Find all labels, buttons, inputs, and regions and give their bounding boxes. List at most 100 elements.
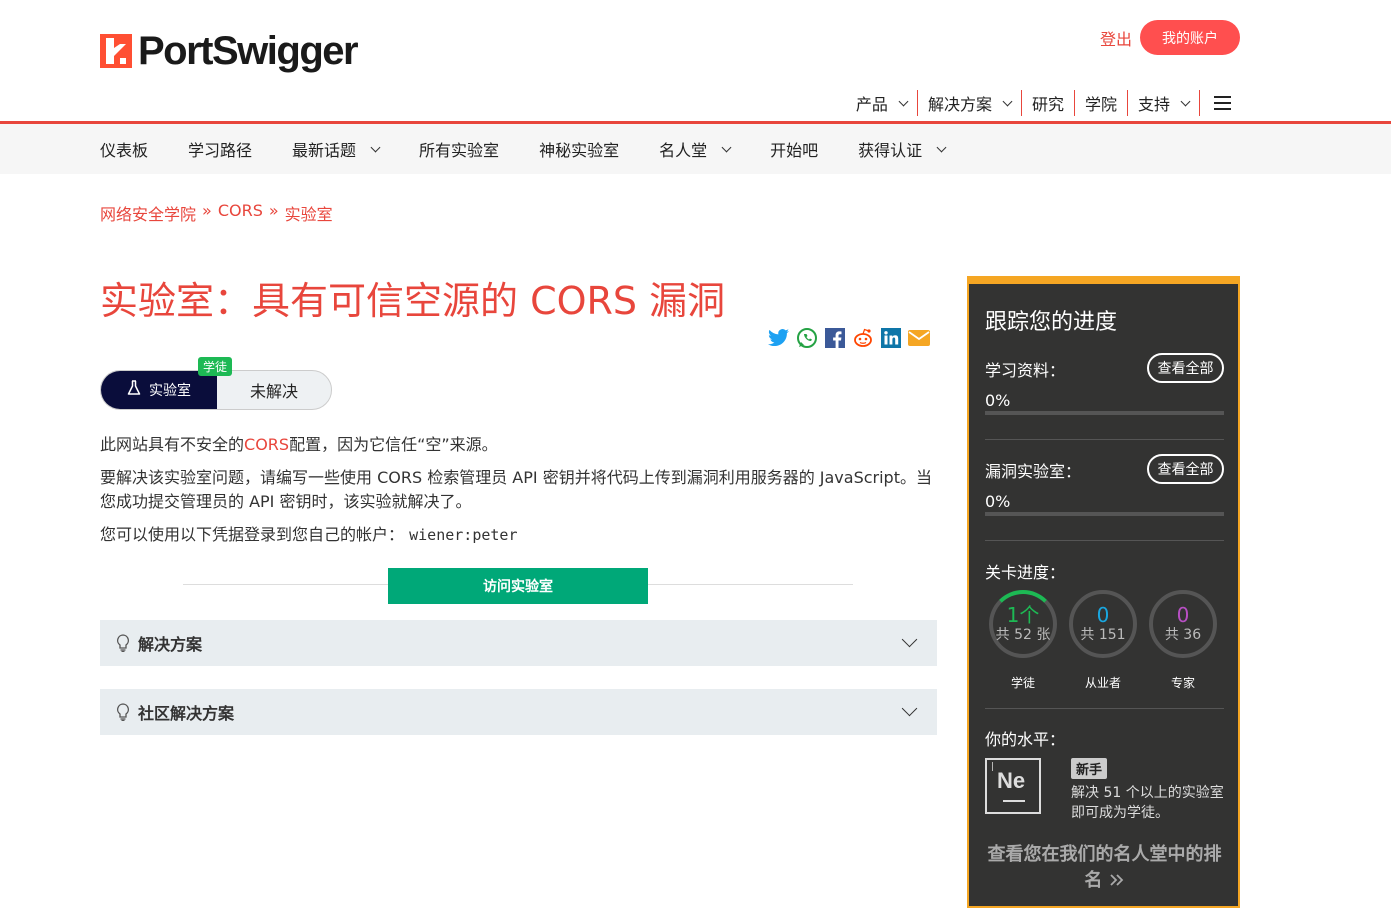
ring-circle: 1个 共 52 张	[989, 590, 1057, 658]
chevron-down-icon	[1180, 96, 1191, 106]
subnav-label: 学习路径	[188, 141, 253, 160]
top-navigation: 产品 解决方案 研究 学院 支持	[846, 90, 1241, 116]
chevron-down-icon	[936, 142, 947, 152]
flask-icon	[127, 380, 141, 400]
labs-percent: 0%	[985, 492, 1011, 511]
learning-materials-label: 学习资料：	[985, 361, 1066, 380]
view-all-labs-button[interactable]: 查看全部	[1147, 454, 1224, 484]
labs-label: 漏洞实验室：	[985, 462, 1082, 481]
topnav-label: 解决方案	[927, 95, 992, 114]
credentials-label: 您可以使用以下凭据登录到您自己的帐户：	[100, 525, 405, 544]
linkedin-icon[interactable]	[880, 327, 902, 349]
ring-circle: 0 共 36	[1149, 590, 1217, 658]
level-description: 解决 51 个以上的实验室即可成为学徒。	[1071, 785, 1224, 821]
chevron-down-icon	[901, 700, 918, 717]
subnav-learning-path[interactable]: 学习路径	[188, 137, 252, 161]
topnav-label: 研究	[1031, 95, 1064, 114]
ring-value: 0	[1096, 603, 1110, 627]
portswigger-logo[interactable]: PortSwigger	[100, 29, 359, 73]
lab-status-widget: 实验室 未解决 学徒	[100, 357, 332, 410]
lab-credentials: 您可以使用以下凭据登录到您自己的帐户： wiener:peter	[100, 523, 935, 547]
breadcrumb-academy[interactable]: 网络安全学院	[100, 201, 196, 225]
lightbulb-icon	[116, 703, 130, 721]
twitter-icon[interactable]	[768, 327, 790, 349]
topnav-label: 产品	[855, 95, 888, 114]
subnav-dashboard[interactable]: 仪表板	[100, 137, 148, 161]
double-chevron-right-icon	[1109, 870, 1125, 891]
desc-text: 配置，因为它信任“空”来源。	[289, 435, 498, 454]
topnav-label: 学院	[1084, 95, 1117, 114]
ring-circle: 0 共 151	[1069, 590, 1137, 658]
difficulty-badge: 学徒	[198, 357, 233, 376]
ring-total: 共 151	[1080, 627, 1126, 643]
community-solutions-accordion[interactable]: 社区解决方案	[100, 689, 937, 735]
subnav-mystery-labs[interactable]: 神秘实验室	[539, 137, 619, 161]
topnav-support[interactable]: 支持	[1128, 90, 1200, 116]
expert-ring: 0 共 36 专家	[1149, 590, 1217, 691]
subnav-label: 所有实验室	[419, 141, 500, 160]
subnav-label: 名人堂	[659, 141, 708, 160]
learning-percent: 0%	[985, 391, 1011, 410]
ring-total: 共 36	[1164, 627, 1202, 643]
logo-wordmark: PortSwigger	[138, 29, 359, 73]
accordion-label: 解决方案	[138, 635, 203, 654]
subnav-label: 开始吧	[770, 141, 819, 160]
solution-accordion[interactable]: 解决方案	[100, 620, 937, 666]
your-level-label: 你的水平：	[985, 730, 1066, 749]
sidebar-divider	[985, 439, 1224, 440]
subnav-label: 仪表板	[100, 141, 149, 160]
ring-name: 专家	[1170, 676, 1195, 690]
chevron-down-icon	[898, 96, 909, 106]
access-lab-button[interactable]: 访问实验室	[388, 568, 648, 604]
view-all-learning-button[interactable]: 查看全部	[1147, 353, 1224, 383]
site-header: PortSwigger 登出 我的账户 产品 解决方案 研究 学院 支持	[0, 0, 1391, 124]
level-badge: 新手	[1071, 758, 1108, 779]
chevron-down-icon	[721, 142, 732, 152]
logout-link[interactable]: 登出	[1100, 26, 1132, 50]
subnav-certification[interactable]: 获得认证	[858, 137, 947, 161]
academy-subnav: 仪表板 学习路径 最新话题 所有实验室 神秘实验室 名人堂 开始吧 获得认证	[0, 124, 1391, 174]
hall-of-fame-link[interactable]: 查看您在我们的名人堂中的排名	[985, 842, 1224, 894]
element-line	[1003, 800, 1025, 802]
topnav-academy[interactable]: 学院	[1075, 90, 1128, 116]
topnav-solutions[interactable]: 解决方案	[918, 90, 1022, 116]
reddit-icon[interactable]	[852, 327, 874, 349]
facebook-icon[interactable]	[824, 327, 846, 349]
element-symbol: Ne	[997, 768, 1026, 793]
subnav-label: 神秘实验室	[539, 141, 620, 160]
labs-progress-bar	[985, 512, 1224, 516]
sidebar-divider	[985, 708, 1224, 709]
lab-description-2: 要解决该实验室问题，请编写一些使用 CORS 检索管理员 API 密钥并将代码上…	[100, 468, 932, 511]
ring-value: 1个	[1006, 603, 1040, 627]
practitioner-ring: 0 共 151 从业者	[1069, 590, 1137, 691]
breadcrumb: 网络安全学院 » CORS » 实验室	[100, 201, 333, 225]
email-icon[interactable]	[908, 327, 930, 349]
breadcrumb-separator: »	[202, 201, 212, 220]
ring-total: 共 52 张	[995, 627, 1051, 643]
my-account-button[interactable]: 我的账户	[1140, 20, 1240, 55]
breadcrumb-lab[interactable]: 实验室	[285, 201, 333, 225]
subnav-latest-topics[interactable]: 最新话题	[292, 137, 381, 161]
cors-link[interactable]: CORS	[244, 435, 289, 454]
ring-value: 0	[1176, 603, 1190, 627]
topnav-products[interactable]: 产品	[846, 90, 918, 116]
menu-toggle[interactable]	[1200, 90, 1241, 116]
portswigger-logo-icon	[100, 34, 132, 68]
progress-sidebar: 跟踪您的进度 学习资料： 查看全部 0% 漏洞实验室： 查看全部 0% 关卡进度…	[967, 276, 1240, 908]
ring-name: 学徒	[1010, 676, 1035, 690]
lab-description-1: 此网站具有不安全的CORS配置，因为它信任“空”来源。	[100, 433, 935, 457]
subnav-label: 最新话题	[292, 141, 357, 160]
subnav-all-labs[interactable]: 所有实验室	[419, 137, 499, 161]
levels-label: 关卡进度：	[985, 563, 1066, 582]
topnav-label: 支持	[1137, 95, 1170, 114]
whatsapp-icon[interactable]	[796, 327, 818, 349]
subnav-label: 获得认证	[858, 141, 923, 160]
breadcrumb-separator: »	[268, 201, 279, 220]
chevron-down-icon	[901, 631, 918, 648]
breadcrumb-cors[interactable]: CORS	[218, 201, 263, 225]
subnav-hall-of-fame[interactable]: 名人堂	[659, 137, 732, 161]
hamburger-menu-icon	[1214, 96, 1231, 110]
subnav-get-started[interactable]: 开始吧	[770, 137, 818, 161]
topnav-research[interactable]: 研究	[1022, 90, 1075, 116]
chevron-down-icon	[370, 142, 381, 152]
